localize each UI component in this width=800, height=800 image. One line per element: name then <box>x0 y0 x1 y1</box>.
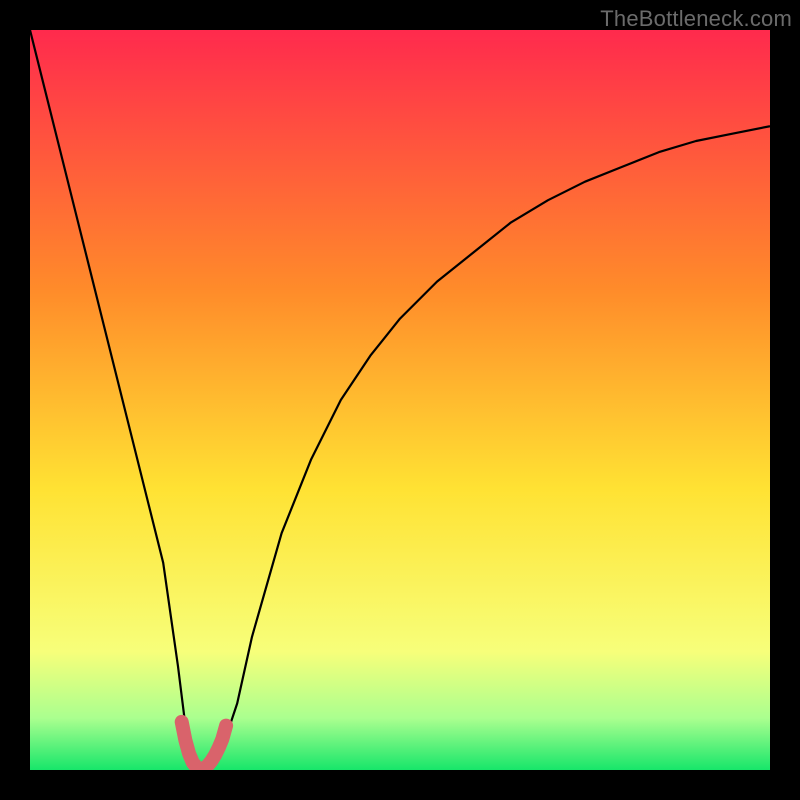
chart-svg <box>30 30 770 770</box>
gradient-background <box>30 30 770 770</box>
chart-frame <box>30 30 770 770</box>
watermark-text: TheBottleneck.com <box>600 6 792 32</box>
plot-area <box>30 30 770 770</box>
